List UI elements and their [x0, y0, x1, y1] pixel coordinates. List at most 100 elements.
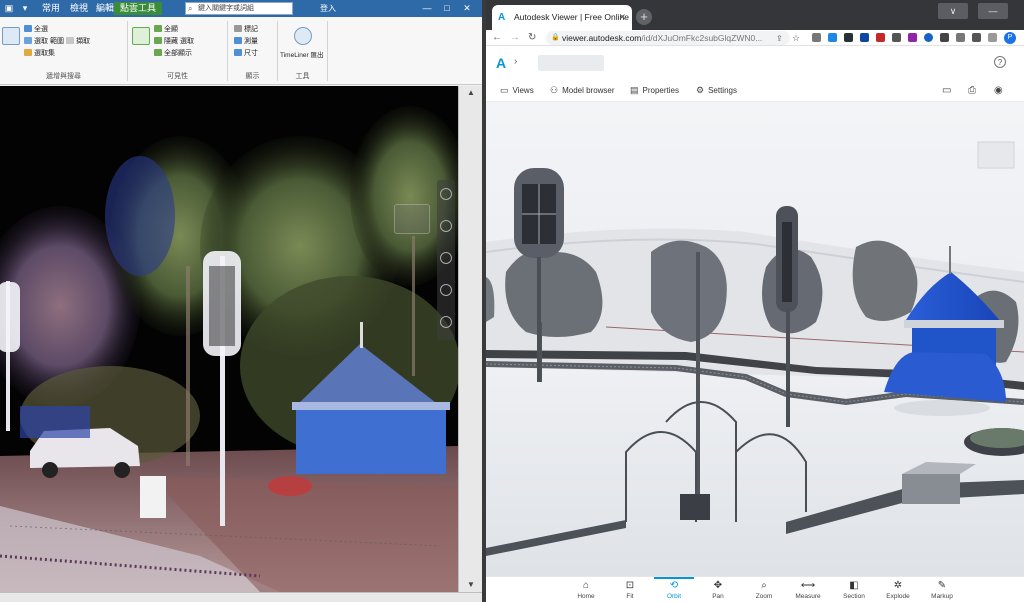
extension-icon[interactable] — [956, 33, 965, 42]
search-placeholder: 鍵入關鍵字或詞組 — [198, 5, 254, 12]
fit-button[interactable]: ⊡ Fit — [610, 580, 650, 601]
browser-tab-strip: A Autodesk Viewer | Free Online ✕ + ∨ — — [486, 0, 1024, 30]
sign-in-link[interactable]: 登入 — [320, 2, 336, 15]
window-minimize-button[interactable]: — — [978, 3, 1008, 19]
ribbon-item[interactable]: 全部顯示 — [154, 49, 192, 58]
ribbon-item[interactable]: TimeLiner 匯出 — [280, 51, 323, 60]
section-button[interactable]: ◧ Section — [834, 580, 874, 601]
look-tool-icon[interactable] — [440, 316, 452, 328]
maximize-button[interactable]: □ — [440, 2, 454, 15]
ribbon-group-title: 遞增與搜尋 — [46, 73, 81, 80]
point-cloud-viewport[interactable] — [0, 86, 458, 592]
tab-search-button[interactable]: ∨ — [938, 3, 968, 19]
bookmark-star-icon[interactable]: ☆ — [792, 32, 800, 44]
ribbon-group-tools: TimeLiner 匯出 工具 — [278, 21, 328, 81]
extension-icon[interactable] — [892, 33, 901, 42]
print-icon[interactable]: ⎙ — [968, 85, 976, 96]
point-cloud-app-window: ▣ ▾ 常用 檢視 編輯 點雲工具 ⌕ 鍵入關鍵字或詞組 登入 — □ ✕ 全選… — [0, 0, 482, 602]
properties-button[interactable]: ▤ Properties — [630, 85, 679, 96]
navigation-bar[interactable] — [437, 180, 455, 340]
ribbon-item[interactable]: 全選 — [24, 25, 48, 34]
extension-icon[interactable] — [828, 33, 837, 42]
extension-icon[interactable] — [924, 33, 933, 42]
new-tab-button[interactable]: + — [636, 9, 652, 25]
ribbon-item[interactable]: 測量 — [234, 37, 258, 46]
ribbon-group-title: 工具 — [295, 73, 310, 80]
browser-window: A Autodesk Viewer | Free Online ✕ + ∨ — … — [486, 0, 1024, 602]
home-button[interactable]: ⌂ Home — [566, 580, 606, 601]
close-tab-icon[interactable]: ✕ — [618, 5, 626, 30]
measure-button[interactable]: ⟷ Measure — [788, 580, 828, 601]
app-menu-icon[interactable]: ▣ — [2, 2, 16, 15]
chevron-right-icon[interactable]: › — [514, 56, 517, 67]
section-icon: ◧ — [849, 580, 859, 591]
url-input[interactable]: 🔒 viewer.autodesk.com/id/dXJuOmFkc2subGl… — [546, 31, 790, 45]
lock-icon: 🔒 — [551, 34, 560, 41]
settings-button[interactable]: ⚙ Settings — [696, 85, 737, 96]
orbit-tool-icon[interactable] — [440, 284, 452, 296]
extension-icon[interactable] — [844, 33, 853, 42]
tab-title: Autodesk Viewer | Free Online — [514, 12, 629, 22]
ribbon-group-title: 顯示 — [245, 73, 260, 80]
ribbon-panel: 全選 選取 範圍 擷取 選取集 遞增與搜尋 全顯 隱藏 選取 全部顯示 可見性 … — [0, 17, 482, 85]
select-tool-icon[interactable] — [2, 27, 20, 45]
scroll-down-icon[interactable]: ▼ — [465, 580, 477, 590]
zoom-icon: ⌕ — [761, 580, 767, 591]
pan-button[interactable]: ✥ Pan — [698, 580, 738, 601]
ribbon-group-title: 可見性 — [167, 73, 188, 80]
comment-icon[interactable]: ▭ — [942, 85, 951, 96]
ribbon-item[interactable]: 擷取 — [66, 37, 90, 46]
profile-avatar[interactable]: P — [1004, 32, 1016, 44]
autodesk-viewer-logo-icon[interactable]: A — [496, 55, 506, 71]
scroll-up-icon[interactable]: ▲ — [465, 88, 477, 98]
quick-access-icon[interactable]: ▾ — [18, 2, 32, 15]
keyword-search-input[interactable]: ⌕ 鍵入關鍵字或詞組 — [185, 2, 293, 15]
share-icon[interactable]: ⇪ — [776, 33, 783, 45]
view-cube[interactable] — [394, 204, 430, 234]
model-browser-button[interactable]: ⚇ Model browser — [550, 85, 615, 96]
ribbon-tab-1[interactable]: 常用 — [36, 2, 66, 15]
orbit-button[interactable]: ⟲ Orbit — [654, 577, 694, 601]
zoom-button[interactable]: ⌕ Zoom — [744, 580, 784, 601]
explode-icon: ✲ — [893, 580, 903, 591]
forward-icon[interactable]: → — [510, 32, 520, 44]
extension-icon[interactable] — [940, 33, 949, 42]
browser-tab-autodesk-viewer[interactable]: A Autodesk Viewer | Free Online ✕ — [492, 5, 632, 30]
close-button[interactable]: ✕ — [460, 2, 474, 15]
help-icon[interactable]: ? — [994, 56, 1006, 68]
point-cloud-scene — [0, 86, 458, 592]
visibility-icon[interactable] — [132, 27, 150, 45]
pan-tool-icon[interactable] — [440, 220, 452, 232]
side-panel-icon[interactable] — [988, 33, 997, 42]
extension-icon[interactable] — [908, 33, 917, 42]
horizontal-scrollbar[interactable] — [0, 592, 482, 602]
ribbon-tab-4[interactable]: 點雲工具 — [114, 2, 163, 15]
timeliner-icon[interactable] — [294, 27, 312, 45]
extension-icon[interactable] — [812, 33, 821, 42]
views-button[interactable]: ▭ Views — [500, 85, 534, 96]
markup-button[interactable]: ✎ Markup — [922, 580, 962, 601]
explode-button[interactable]: ✲ Explode — [878, 580, 918, 601]
vertical-scrollbar[interactable]: ▲ ▼ — [458, 86, 482, 592]
extension-icon[interactable] — [876, 33, 885, 42]
ribbon-item[interactable]: 標記 — [234, 25, 258, 34]
extension-icon[interactable] — [860, 33, 869, 42]
zoom-tool-icon[interactable] — [440, 252, 452, 264]
ribbon-group-display: 標記 測量 尺寸 顯示 — [228, 21, 278, 81]
steering-wheel-icon[interactable] — [440, 188, 452, 200]
ribbon-item[interactable]: 選取 範圍 — [24, 37, 64, 46]
camera-icon[interactable]: ◉ — [994, 85, 1003, 96]
back-icon[interactable]: ← — [492, 32, 502, 44]
viewer-header: A › ? — [486, 47, 1024, 79]
file-name-placeholder[interactable] — [538, 55, 604, 71]
markup-icon: ✎ — [937, 580, 947, 591]
model-browser-icon: ⚇ — [550, 85, 559, 95]
model-viewport[interactable] — [486, 102, 1024, 576]
ribbon-item[interactable]: 全顯 — [154, 25, 178, 34]
extensions-puzzle-icon[interactable] — [972, 33, 981, 42]
ribbon-item[interactable]: 選取集 — [24, 49, 55, 58]
reload-icon[interactable]: ↻ — [528, 32, 536, 44]
ribbon-item[interactable]: 尺寸 — [234, 49, 258, 58]
ribbon-item[interactable]: 隱藏 選取 — [154, 37, 194, 46]
minimize-button[interactable]: — — [420, 2, 434, 15]
